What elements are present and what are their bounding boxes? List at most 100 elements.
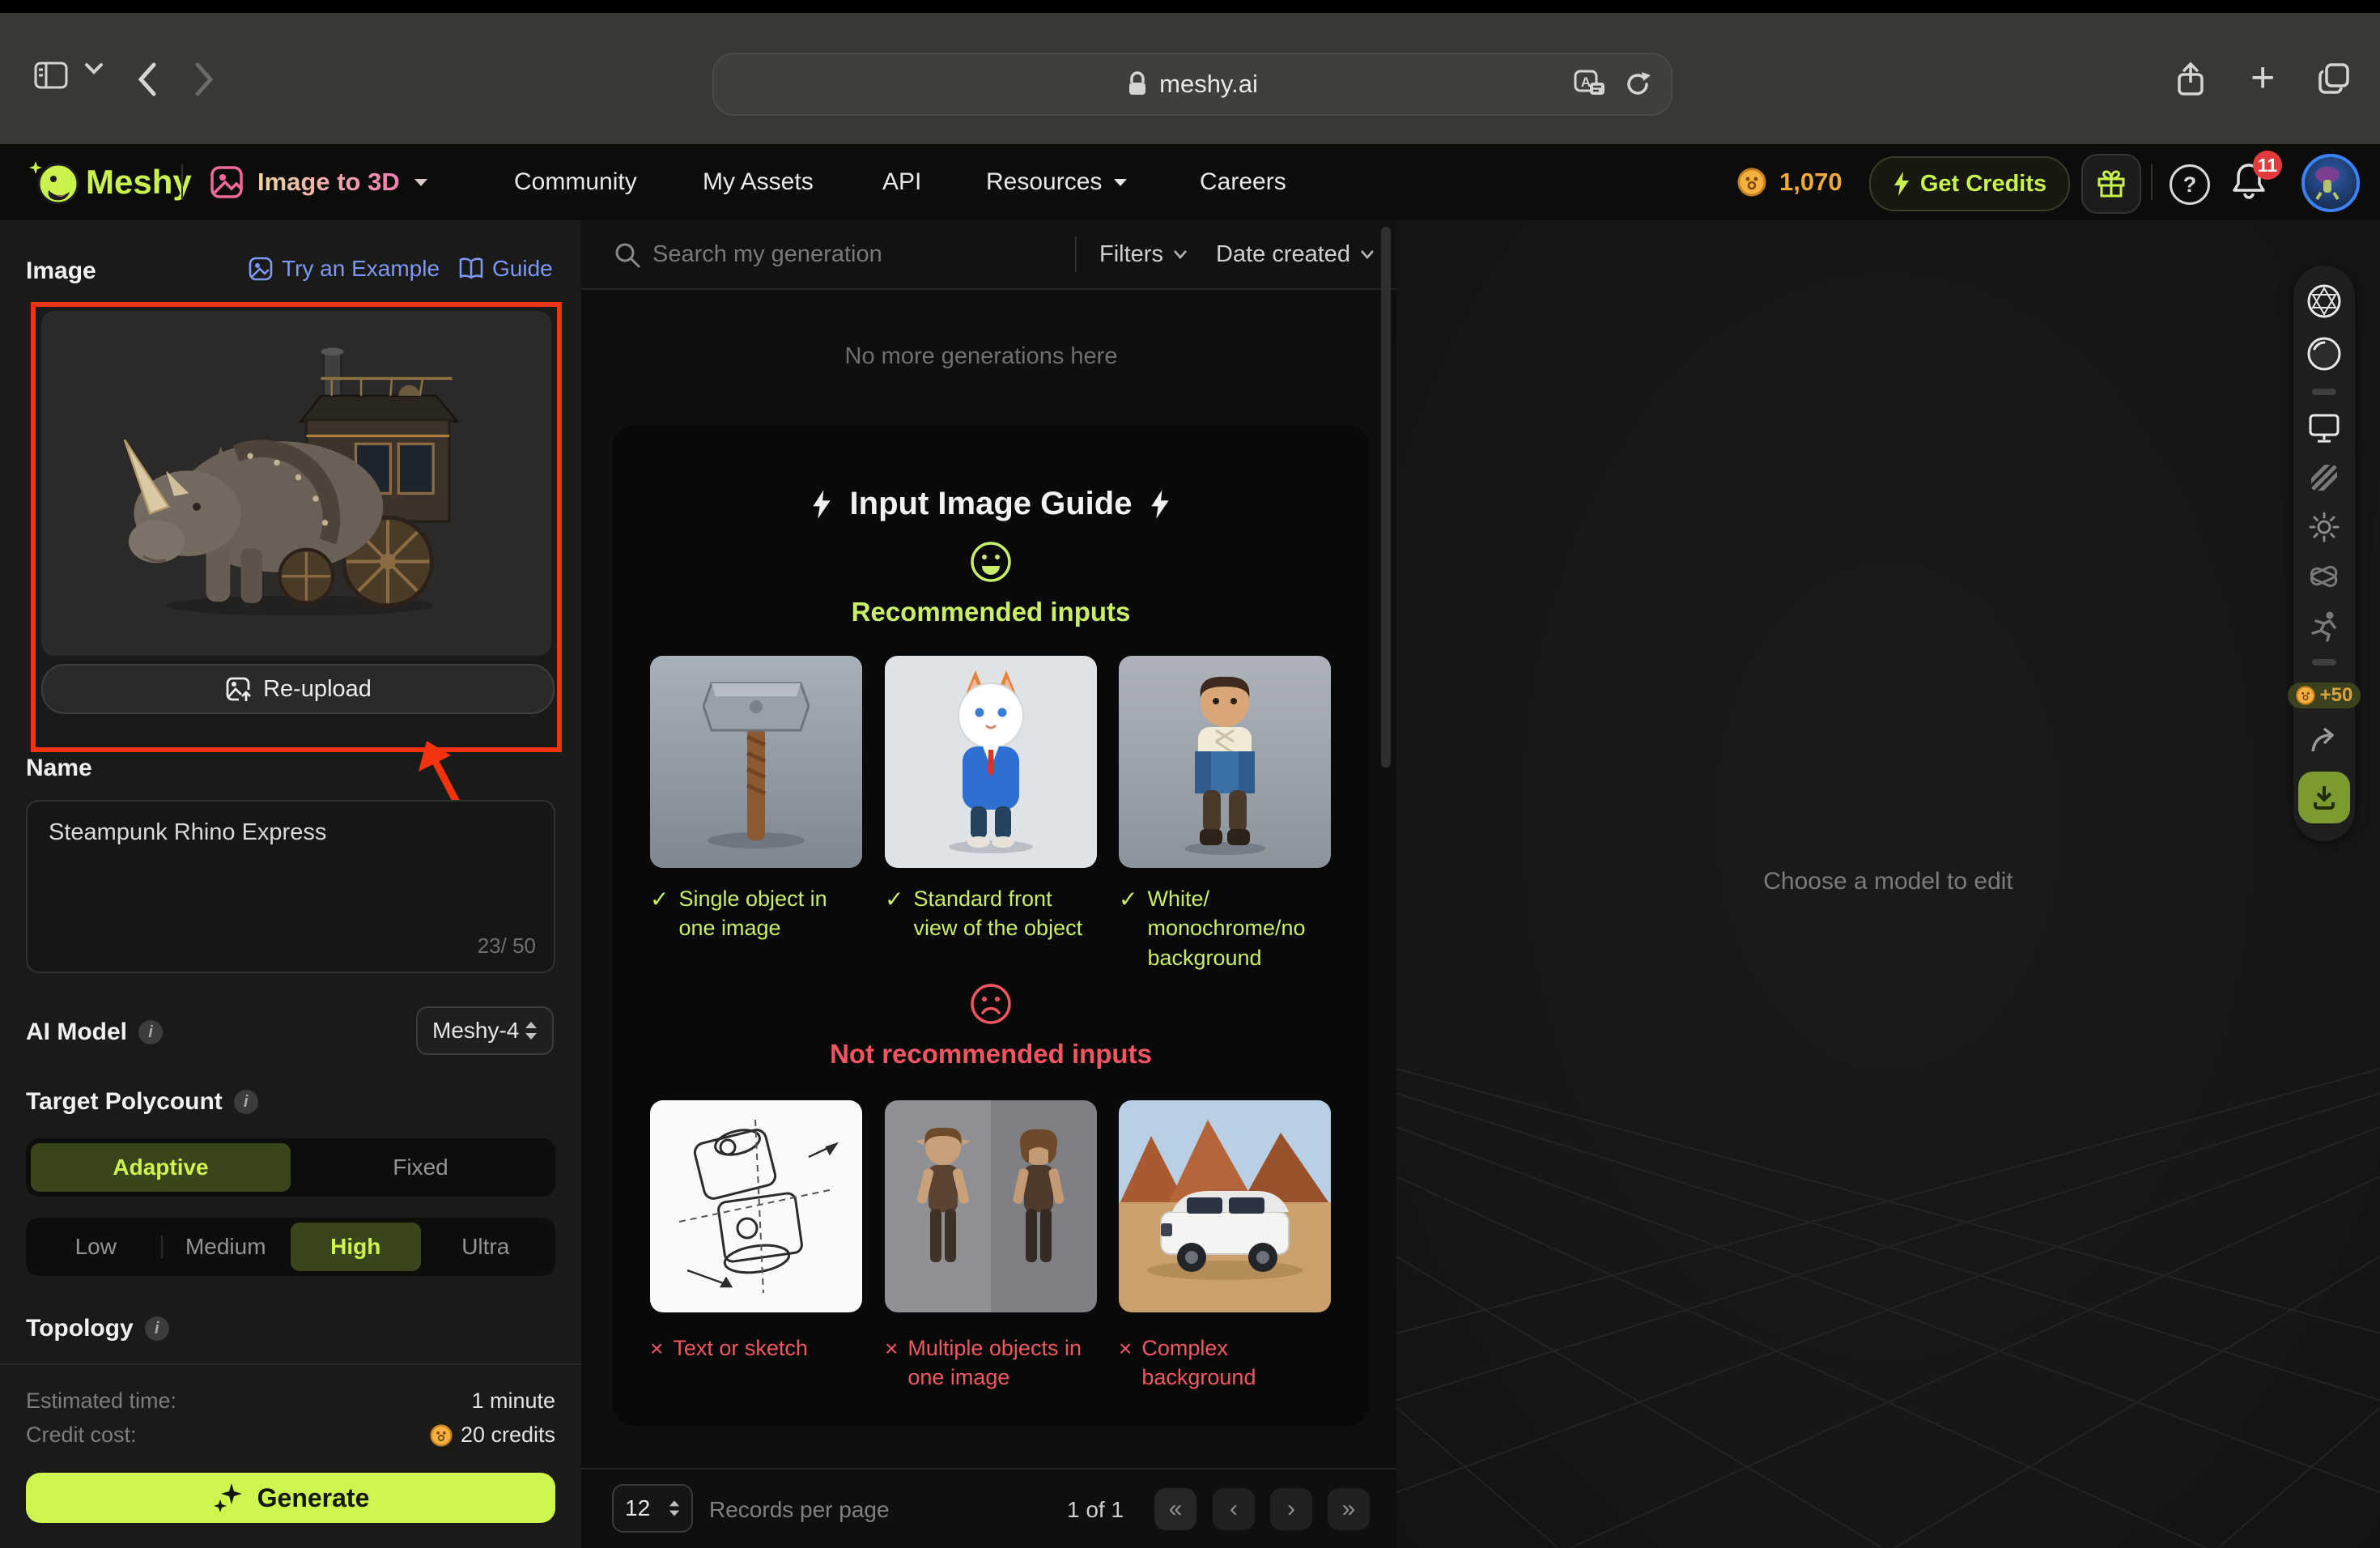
page-size-select[interactable]: 12 [612,1484,693,1533]
not-recommended-caption: × Multiple objects in one image [885,1333,1095,1393]
nav-my-assets[interactable]: My Assets [703,168,814,196]
back-button[interactable] [136,62,159,97]
info-icon[interactable]: i [138,1020,163,1044]
model-viewport[interactable]: Choose a model to edit [1396,220,2380,1548]
mode-fixed-option[interactable]: Fixed [291,1143,550,1192]
check-icon: ✓ [885,884,903,943]
recommended-caption-text: Standard front view of the object [913,884,1095,943]
reload-icon[interactable] [1624,70,1651,99]
sidebar-toggle-icon[interactable] [34,62,68,89]
image-upload-preview[interactable] [41,311,551,656]
translate-icon[interactable]: A [1574,70,1606,99]
credits-balance[interactable]: 1,070 [1737,168,1842,197]
last-page-button[interactable]: » [1328,1488,1370,1530]
recommended-title: Recommended inputs [612,597,1370,627]
level-ultra-option[interactable]: Ultra [421,1223,551,1271]
filters-dropdown[interactable]: Filters [1099,220,1188,288]
url-text: meshy.ai [1159,70,1258,99]
question-icon: ? [2183,172,2197,198]
brand-name[interactable]: Meshy [86,163,192,202]
chevron-down-icon [1173,249,1188,259]
generations-panel: Search my generation Filters Date create… [581,220,1396,1548]
viewport-empty-message: Choose a model to edit [1396,868,2380,895]
nav-careers[interactable]: Careers [1200,168,1286,196]
search-input[interactable]: Search my generation [652,220,882,288]
shaded-view-icon[interactable] [2306,336,2342,372]
ai-model-select[interactable]: Meshy-4 [416,1006,554,1055]
guide-thumb-hammer [650,656,862,868]
credit-cost-value: 20 credits [461,1423,555,1448]
texture-hatch-icon[interactable] [2308,461,2340,494]
bolt-icon [1893,171,1910,197]
material-icon[interactable] [2308,560,2340,593]
nav-resources[interactable]: Resources [986,168,1128,196]
tab-group-chevron-icon[interactable] [84,62,104,74]
next-page-button[interactable]: › [1270,1488,1312,1530]
not-recommended-caption-text: Multiple objects in one image [907,1333,1095,1393]
polycount-label: Target Polycount [26,1088,223,1116]
help-button[interactable]: ? [2170,164,2210,205]
prev-page-button[interactable]: ‹ [1213,1488,1255,1530]
tab-overview-icon[interactable] [2317,62,2351,96]
download-bonus-badge: +50 [2288,683,2361,708]
info-icon[interactable]: i [145,1316,169,1341]
guide-title-row: Input Image Guide [612,486,1370,522]
header-divider [2151,164,2153,200]
mode-adaptive-option[interactable]: Adaptive [31,1143,291,1192]
level-medium-option[interactable]: Medium [161,1223,291,1271]
notifications-button[interactable]: 11 [2230,160,2272,204]
example-image-icon [248,256,274,282]
reupload-button[interactable]: Re-upload [41,664,555,714]
panel-scrollbar-thumb[interactable] [1381,227,1391,768]
task-sidebar: Image Try an Example Guide [0,220,581,1548]
cross-icon: × [1119,1333,1132,1393]
happy-face-icon [969,540,1013,584]
level-low-option[interactable]: Low [31,1223,161,1271]
avatar-character [2305,157,2350,202]
uploaded-image-steampunk-rhino [86,321,507,645]
sort-label: Date created [1216,241,1350,268]
guide-thumb-complex-background [1119,1100,1331,1312]
try-example-label: Try an Example [282,256,440,282]
bolt-icon [1150,489,1171,520]
chevron-down-icon [1360,249,1375,259]
forward-button[interactable] [193,62,215,97]
name-input[interactable]: Steampunk Rhino Express 23/ 50 [26,800,555,973]
reupload-label: Re-upload [263,676,372,703]
share-icon[interactable] [2176,62,2205,97]
topology-row: Topology i [26,1315,169,1342]
app-header: Meshy Image to 3D Community My Assets AP… [0,144,2380,220]
get-credits-button[interactable]: Get Credits [1869,156,2070,211]
screen-top-edge [0,0,2380,13]
generate-label: Generate [257,1483,370,1513]
share-model-icon[interactable] [2308,725,2340,755]
nav-api[interactable]: API [882,168,921,196]
new-tab-icon[interactable]: + [2250,53,2275,102]
meshy-logo[interactable] [29,156,81,212]
topology-label: Topology [26,1315,134,1342]
level-high-option[interactable]: High [291,1223,421,1271]
credit-cost-row: Credit cost: 20 credits [26,1423,555,1448]
lighting-icon[interactable] [2308,511,2340,543]
mode-selector[interactable]: Image to 3D [209,164,429,200]
nav-community[interactable]: Community [514,168,637,196]
toolbar-divider [1075,236,1077,272]
first-page-button[interactable]: « [1154,1488,1196,1530]
generate-button[interactable]: Generate [26,1473,555,1523]
download-button[interactable] [2298,772,2350,823]
guide-link[interactable]: Guide [458,256,553,282]
sort-dropdown[interactable]: Date created [1216,220,1375,288]
wireframe-view-icon[interactable] [2306,283,2342,319]
recommended-caption: ✓ Single object in one image [650,884,861,943]
url-bar[interactable]: meshy.ai A [712,53,1672,116]
user-avatar[interactable] [2301,154,2360,212]
display-mode-icon[interactable] [2307,412,2341,444]
page-info: 1 of 1 [1067,1469,1124,1548]
ai-model-row: AI Model i [26,1019,163,1046]
animate-pose-icon[interactable] [2308,610,2340,642]
try-example-link[interactable]: Try an Example [248,256,440,282]
generations-toolbar: Search my generation Filters Date create… [581,220,1396,290]
guide-label: Guide [492,256,553,282]
info-icon[interactable]: i [234,1090,258,1114]
gift-button[interactable] [2081,154,2141,214]
